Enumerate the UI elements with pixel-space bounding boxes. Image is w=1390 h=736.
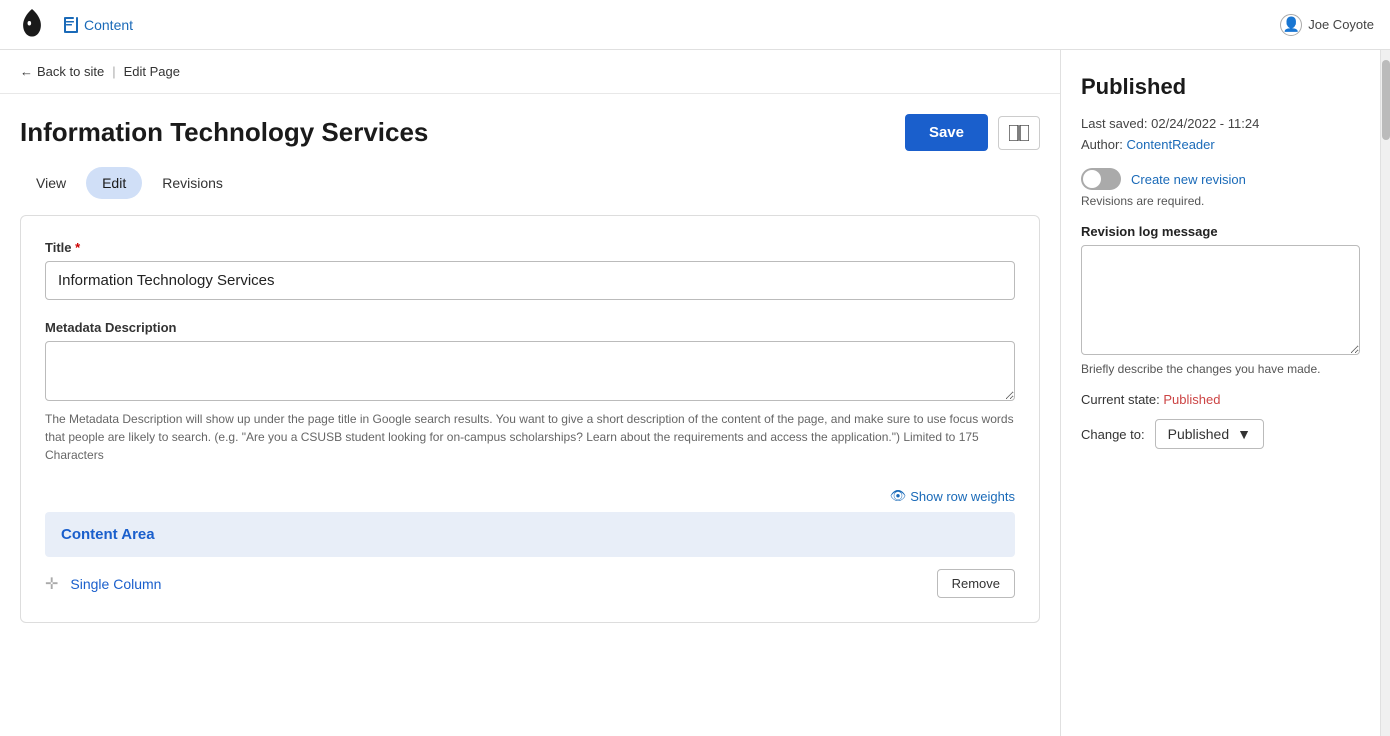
revision-log-label: Revision log message [1081,224,1360,239]
user-info: 👤 Joe Coyote [1280,14,1374,36]
center-area: ← Back to site | Edit Page Information T… [0,50,1060,736]
user-avatar-icon: 👤 [1280,14,1302,36]
page-title: Information Technology Services [20,117,428,148]
content-nav-link[interactable]: Content [64,17,133,33]
save-button[interactable]: Save [905,114,988,151]
metadata-input[interactable] [45,341,1015,401]
single-column-link[interactable]: Single Column [70,576,924,592]
page-header: Information Technology Services Save [0,94,1060,161]
sidebar-status-title: Published [1081,74,1360,100]
back-arrow-icon: ← [20,64,33,79]
sidebar-author: Author: ContentReader [1081,137,1360,152]
back-to-site-label: Back to site [37,64,104,79]
user-name: Joe Coyote [1308,17,1374,32]
main-layout: ← Back to site | Edit Page Information T… [0,50,1390,736]
metadata-label: Metadata Description [45,320,1015,335]
show-row-weights-container: 👁 Show row weights [45,484,1015,512]
tab-revisions[interactable]: Revisions [146,167,239,199]
back-to-site-link[interactable]: ← Back to site [20,64,104,79]
scrollbar-thumb [1382,60,1390,140]
drag-handle-icon[interactable]: ✛ [45,574,58,594]
show-row-weights-label: Show row weights [910,489,1015,504]
change-to-label: Change to: [1081,427,1145,442]
content-nav-label: Content [84,17,133,33]
remove-button[interactable]: Remove [937,569,1015,598]
layout-toggle-button[interactable] [998,116,1040,150]
tab-bar: View Edit Revisions [0,161,1060,199]
drupal-logo [16,9,48,41]
create-revision-label[interactable]: Create new revision [1131,172,1246,187]
breadcrumb: ← Back to site | Edit Page [0,50,1060,94]
current-state-row: Current state: Published [1081,392,1360,407]
chevron-down-icon: ▼ [1237,426,1251,442]
toggle-knob [1083,170,1101,188]
author-label: Author: [1081,137,1123,152]
last-saved-value: 02/24/2022 - 11:24 [1151,116,1259,131]
metadata-help: The Metadata Description will show up un… [45,410,1015,464]
revision-log-help: Briefly describe the changes you have ma… [1081,362,1360,376]
change-to-value: Published [1168,426,1230,442]
author-link[interactable]: ContentReader [1127,137,1215,152]
eye-icon: 👁 [890,488,907,504]
topbar: Content 👤 Joe Coyote [0,0,1390,50]
metadata-field-group: Metadata Description The Metadata Descri… [45,320,1015,464]
breadcrumb-divider: | [112,64,115,79]
change-to-row: Change to: Published ▼ [1081,419,1360,449]
revision-toggle-row: Create new revision [1081,168,1360,190]
title-required-star: * [75,240,80,255]
revision-log-textarea[interactable] [1081,245,1360,355]
right-scrollbar[interactable] [1380,50,1390,736]
edit-form: Title * Metadata Description The Metadat… [20,215,1040,623]
revision-toggle[interactable] [1081,168,1121,190]
single-column-row: ✛ Single Column Remove [45,569,1015,598]
tab-view[interactable]: View [20,167,82,199]
title-field-group: Title * [45,240,1015,300]
tab-edit[interactable]: Edit [86,167,142,199]
change-to-select[interactable]: Published ▼ [1155,419,1264,449]
last-saved-label: Last saved: [1081,116,1148,131]
show-row-weights-link[interactable]: 👁 Show row weights [890,488,1015,504]
sidebar: Published Last saved: 02/24/2022 - 11:24… [1060,50,1380,736]
current-state-value: Published [1163,392,1220,407]
content-area-bar: Content Area [45,512,1015,557]
breadcrumb-current: Edit Page [124,64,180,79]
page-header-actions: Save [905,114,1040,151]
current-state-label: Current state: [1081,392,1160,407]
title-label: Title * [45,240,1015,255]
title-input[interactable] [45,261,1015,300]
revisions-required-note: Revisions are required. [1081,194,1360,208]
sidebar-last-saved: Last saved: 02/24/2022 - 11:24 [1081,116,1360,131]
